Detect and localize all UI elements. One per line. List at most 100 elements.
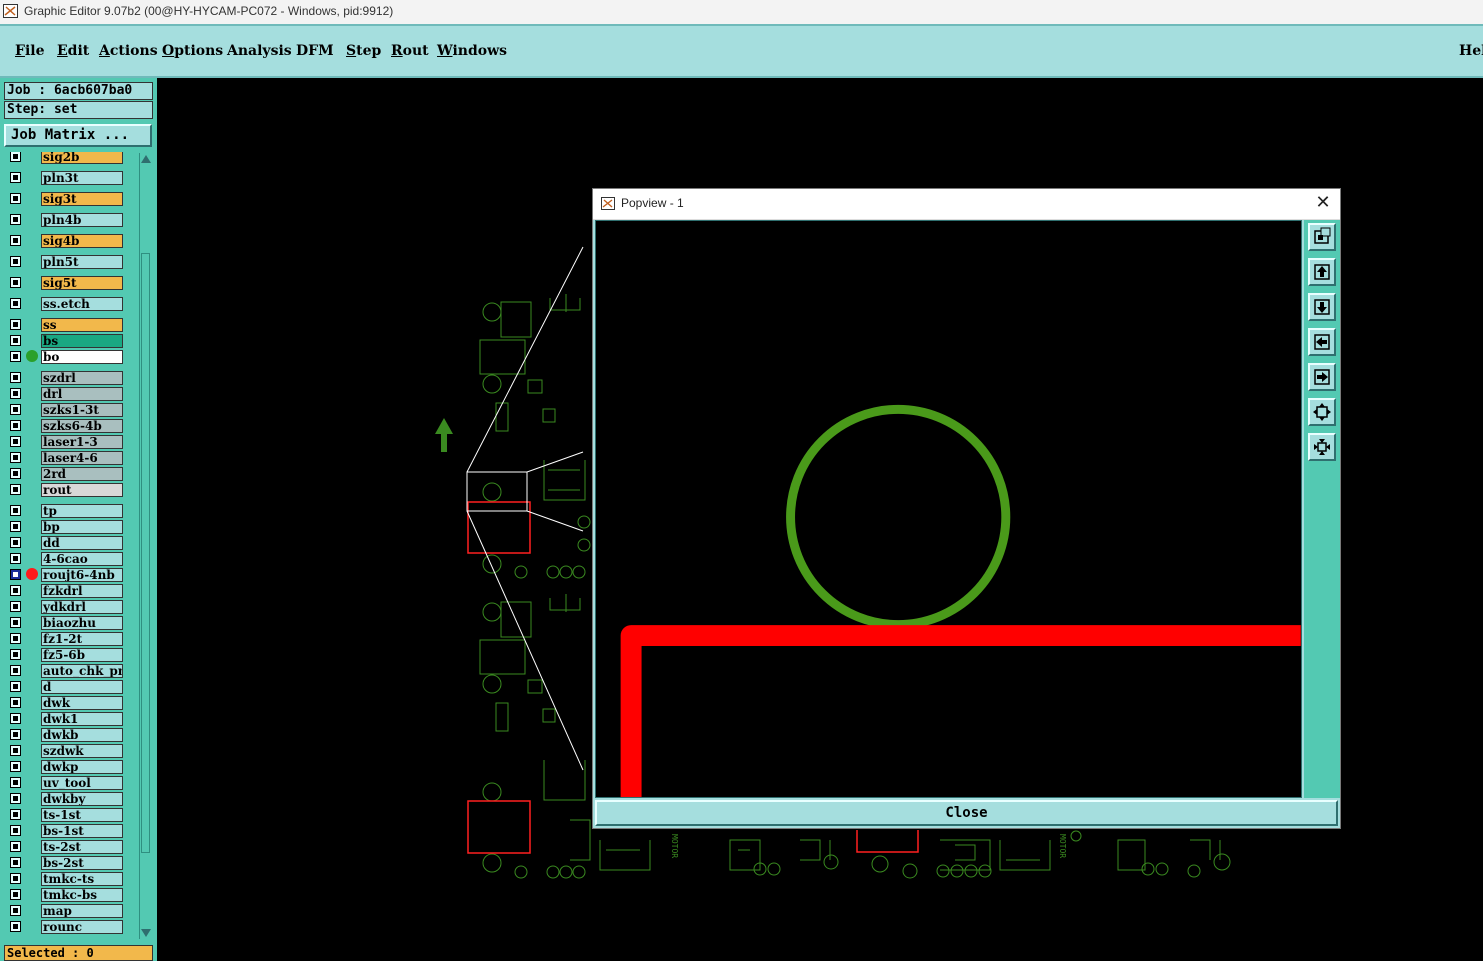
layer-row[interactable]: szdwk (5, 743, 125, 759)
layer-checkbox[interactable] (10, 335, 21, 346)
layer-row[interactable]: bo (5, 349, 125, 365)
layer-row[interactable]: uv_tool (5, 775, 125, 791)
popview-close-button[interactable]: Close (595, 800, 1338, 826)
layer-name[interactable]: pln5t (41, 255, 123, 269)
layer-row[interactable]: bs-1st (5, 823, 125, 839)
layer-checkbox[interactable] (10, 277, 21, 288)
layer-checkbox[interactable] (10, 697, 21, 708)
layer-checkbox[interactable] (10, 256, 21, 267)
layer-checkbox[interactable] (10, 298, 21, 309)
layer-name[interactable]: sig5t (41, 276, 123, 290)
layer-name[interactable]: fz1-2t (41, 632, 123, 646)
layer-checkbox[interactable] (10, 665, 21, 676)
layer-row[interactable]: ss.etch (5, 296, 125, 312)
menu-file[interactable]: File (15, 43, 45, 59)
layer-checkbox[interactable] (10, 537, 21, 548)
layer-name[interactable]: szks6-4b (41, 419, 123, 433)
pan-up-icon[interactable] (1308, 258, 1336, 286)
layer-checkbox[interactable] (10, 617, 21, 628)
scroll-down-icon[interactable] (141, 929, 151, 937)
layer-row[interactable]: map (5, 903, 125, 919)
layer-name[interactable]: laser1-3 (41, 435, 123, 449)
layer-name[interactable]: ss.etch (41, 297, 123, 311)
layer-checkbox[interactable] (10, 152, 21, 162)
layer-row[interactable]: laser4-6 (5, 450, 125, 466)
layer-name[interactable]: uv_tool (41, 776, 123, 790)
layer-checkbox[interactable] (10, 319, 21, 330)
menu-options[interactable]: Options (162, 43, 223, 59)
layer-checkbox[interactable] (10, 468, 21, 479)
layer-row[interactable]: dd (5, 535, 125, 551)
layer-row[interactable]: tmkc-bs (5, 887, 125, 903)
layer-checkbox[interactable] (10, 889, 21, 900)
layer-checkbox[interactable] (10, 841, 21, 852)
menu-dfm[interactable]: DFM (296, 43, 334, 59)
layer-row[interactable]: tp (5, 503, 125, 519)
layer-checkbox[interactable] (10, 404, 21, 415)
layer-checkbox[interactable] (10, 420, 21, 431)
layer-name[interactable]: tmkc-bs (41, 888, 123, 902)
layer-checkbox[interactable] (10, 388, 21, 399)
layer-checkbox[interactable] (10, 553, 21, 564)
layer-name[interactable]: bp (41, 520, 123, 534)
menu-actions[interactable]: Actions (99, 43, 158, 59)
layer-name[interactable]: bo (41, 350, 123, 364)
layer-name[interactable]: 2rd (41, 467, 123, 481)
layer-row[interactable]: ydkdrl (5, 599, 125, 615)
popview-close-icon[interactable]: ✕ (1312, 192, 1334, 214)
layer-row[interactable]: fzkdrl (5, 583, 125, 599)
layer-name[interactable]: dwkby (41, 792, 123, 806)
layer-name[interactable]: ts-2st (41, 840, 123, 854)
layer-row[interactable]: sig5t (5, 275, 125, 291)
layer-row[interactable]: pln5t (5, 254, 125, 270)
layer-row[interactable]: rounc (5, 919, 125, 935)
popview-title-bar[interactable]: Popview - 1 ✕ (593, 189, 1340, 220)
layer-name[interactable]: dd (41, 536, 123, 550)
layer-name[interactable]: ss (41, 318, 123, 332)
layer-checkbox[interactable] (10, 521, 21, 532)
layer-name[interactable]: laser4-6 (41, 451, 123, 465)
job-matrix-button[interactable]: Job Matrix ... (4, 124, 152, 147)
layer-checkbox[interactable] (10, 681, 21, 692)
layer-name[interactable]: sig3t (41, 192, 123, 206)
layer-row[interactable]: drl (5, 386, 125, 402)
layer-name[interactable]: bs-2st (41, 856, 123, 870)
layer-name[interactable]: sig4b (41, 234, 123, 248)
layer-checkbox[interactable] (10, 793, 21, 804)
layer-name[interactable]: rounc (41, 920, 123, 934)
layer-checkbox[interactable] (10, 193, 21, 204)
popview-viewport[interactable] (595, 220, 1302, 798)
layer-name[interactable]: bs (41, 334, 123, 348)
layer-row[interactable]: ss (5, 317, 125, 333)
layer-row[interactable]: bp (5, 519, 125, 535)
pan-down-icon[interactable] (1308, 293, 1336, 321)
zoom-out-icon[interactable] (1308, 433, 1336, 461)
layer-row[interactable]: dwkp (5, 759, 125, 775)
zoom-in-icon[interactable] (1308, 398, 1336, 426)
layer-list-scrollbar[interactable] (139, 153, 153, 939)
layer-checkbox[interactable] (10, 921, 21, 932)
layer-name[interactable]: roujt6-4nb (41, 568, 123, 582)
layer-checkbox[interactable] (10, 235, 21, 246)
layer-row[interactable]: roujt6-4nb (5, 567, 125, 583)
menu-analysis[interactable]: Analysis (227, 43, 292, 59)
layer-row[interactable]: sig2b (5, 152, 125, 165)
layer-row[interactable]: 4-6cao (5, 551, 125, 567)
layer-row[interactable]: dwk1 (5, 711, 125, 727)
layer-row[interactable]: biaozhu (5, 615, 125, 631)
layer-name[interactable]: 4-6cao (41, 552, 123, 566)
menu-step[interactable]: Step (346, 43, 381, 59)
layer-checkbox[interactable] (10, 214, 21, 225)
layer-checkbox[interactable] (10, 825, 21, 836)
layer-row[interactable]: pln4b (5, 212, 125, 228)
layer-checkbox[interactable] (10, 585, 21, 596)
scroll-up-icon[interactable] (141, 155, 151, 163)
layer-row[interactable]: bs-2st (5, 855, 125, 871)
layer-checkbox[interactable] (10, 484, 21, 495)
layer-row[interactable]: szks1-3t (5, 402, 125, 418)
layer-name[interactable]: map (41, 904, 123, 918)
layer-row[interactable]: fz1-2t (5, 631, 125, 647)
scroll-thumb[interactable] (141, 253, 150, 853)
layer-row[interactable]: 2rd (5, 466, 125, 482)
pan-right-icon[interactable] (1308, 363, 1336, 391)
